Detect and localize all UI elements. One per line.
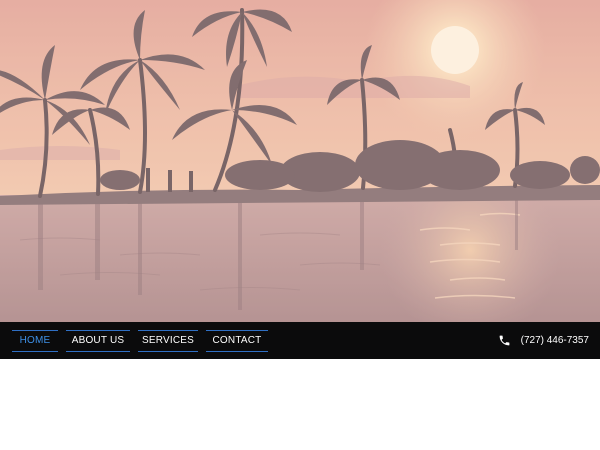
- nav-item-home[interactable]: HOME: [12, 329, 58, 352]
- main-navigation-bar: HOME ABOUT US SERVICES CONTACT (727) 446…: [0, 322, 600, 359]
- hero-banner: [0, 0, 600, 322]
- phone-icon: [498, 334, 512, 348]
- nav-item-contact[interactable]: CONTACT: [206, 329, 268, 352]
- phone-number[interactable]: (727) 446-7357: [521, 335, 589, 346]
- page-content-area: [0, 359, 600, 450]
- nav-menu: HOME ABOUT US SERVICES CONTACT: [12, 322, 276, 359]
- phone-contact[interactable]: (727) 446-7357: [498, 322, 589, 359]
- nav-item-about-us[interactable]: ABOUT US: [66, 329, 130, 352]
- nav-item-services[interactable]: SERVICES: [138, 329, 198, 352]
- hero-image: [0, 0, 600, 322]
